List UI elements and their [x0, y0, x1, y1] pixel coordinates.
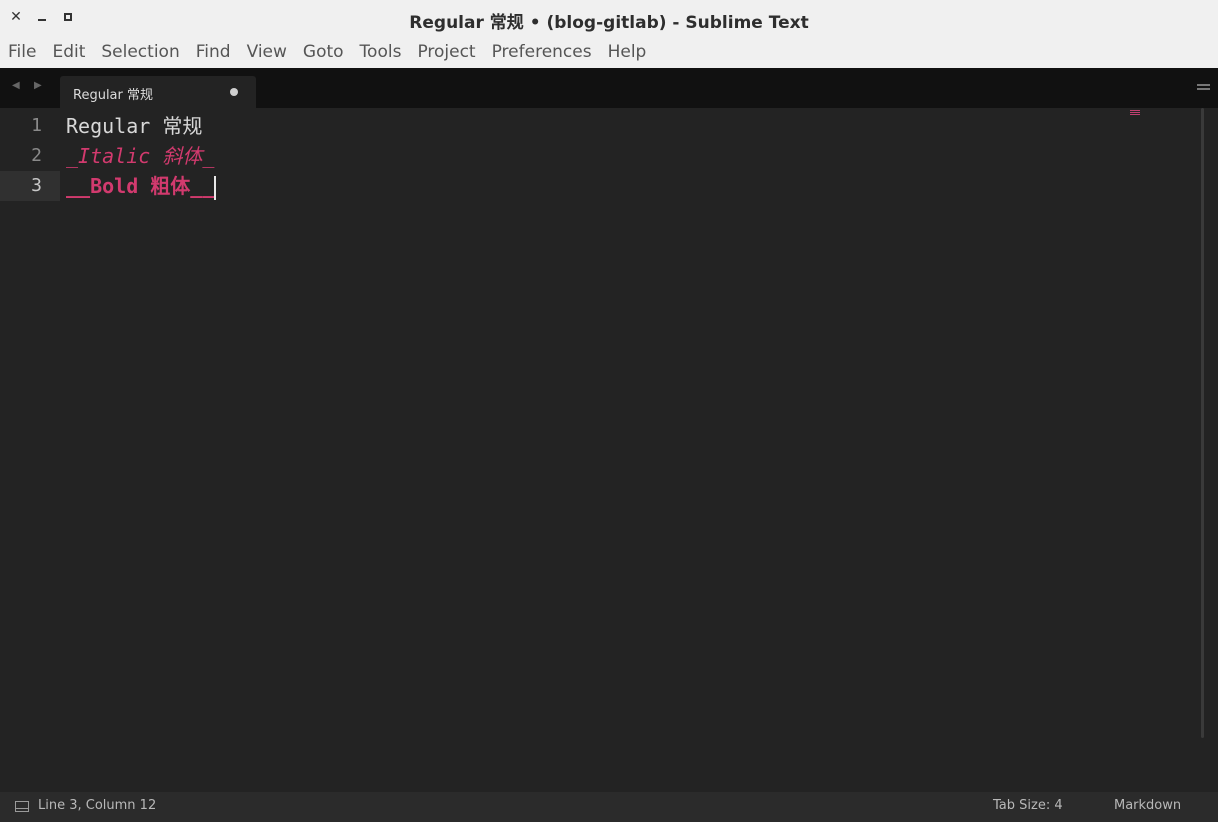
- code-text: _Italic 斜体_: [66, 144, 215, 168]
- code-line[interactable]: _Italic 斜体_: [66, 141, 214, 171]
- menu-project[interactable]: Project: [409, 36, 483, 68]
- menu-selection[interactable]: Selection: [93, 36, 187, 68]
- menu-help[interactable]: Help: [600, 36, 655, 68]
- code-line[interactable]: Regular 常规: [66, 111, 202, 141]
- menu-view[interactable]: View: [239, 36, 295, 68]
- line-number-gutter: 1 2 3: [0, 108, 60, 792]
- code-line[interactable]: __Bold 粗体__: [66, 171, 217, 201]
- vertical-scrollbar[interactable]: [1201, 108, 1204, 738]
- menu-tools[interactable]: Tools: [352, 36, 410, 68]
- tab-scroll-left-icon[interactable]: ◀: [12, 80, 20, 91]
- tab-list-menu-icon[interactable]: [1197, 84, 1210, 92]
- menu-goto[interactable]: Goto: [295, 36, 352, 68]
- editor-area[interactable]: 1 2 3 Regular 常规 _Italic 斜体_ __Bold 粗体__: [0, 108, 1218, 792]
- menu-edit[interactable]: Edit: [44, 36, 93, 68]
- syntax-selector[interactable]: Markdown: [1114, 798, 1181, 813]
- tab-bar: ◀ ▶ Regular 常规: [0, 68, 1218, 108]
- panel-toggle-icon[interactable]: [15, 801, 29, 812]
- window-title: Regular 常规 • (blog-gitlab) - Sublime Tex…: [409, 13, 809, 33]
- title-bar: ✕ Regular 常规 • (blog-gitlab) - Sublime T…: [0, 0, 1218, 36]
- cursor-position: Line 3, Column 12: [38, 798, 157, 813]
- status-bar: Line 3, Column 12 Tab Size: 4 Markdown: [0, 792, 1218, 822]
- menu-find[interactable]: Find: [188, 36, 239, 68]
- menu-bar: File Edit Selection Find View Goto Tools…: [0, 36, 1218, 68]
- menu-file[interactable]: File: [0, 36, 44, 68]
- unsaved-dot-icon[interactable]: [230, 88, 238, 96]
- line-number: 2: [31, 145, 42, 166]
- tab-label: Regular 常规: [73, 88, 153, 103]
- tab-regular-file[interactable]: Regular 常规: [60, 76, 256, 108]
- line-number: 1: [31, 115, 42, 136]
- menu-preferences[interactable]: Preferences: [484, 36, 600, 68]
- tab-scroll-right-icon[interactable]: ▶: [34, 80, 42, 91]
- minimap[interactable]: [1130, 110, 1140, 115]
- text-cursor: [214, 175, 217, 200]
- code-text: Regular 常规: [66, 114, 203, 138]
- line-number: 3: [31, 175, 42, 196]
- tab-size-selector[interactable]: Tab Size: 4: [993, 798, 1063, 813]
- code-text: __Bold 粗体__: [66, 174, 215, 198]
